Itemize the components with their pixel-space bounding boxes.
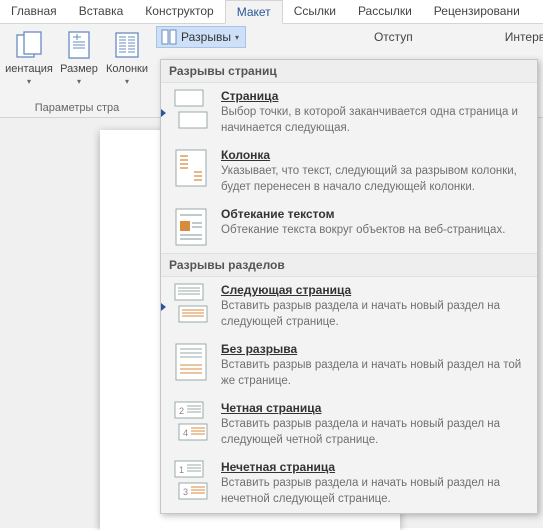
menu-item-column[interactable]: Колонка Указывает, что текст, следующий … bbox=[161, 142, 537, 201]
size-icon bbox=[63, 29, 95, 61]
breaks-icon bbox=[161, 29, 177, 45]
tab-home[interactable]: Главная bbox=[0, 0, 68, 23]
orientation-icon bbox=[13, 29, 45, 61]
current-marker-icon bbox=[161, 109, 166, 117]
breaks-dropdown: Разрывы страниц Страница Выбор точки, в … bbox=[160, 59, 538, 514]
current-marker-icon bbox=[161, 303, 166, 311]
menu-item-page[interactable]: Страница Выбор точки, в которой заканчив… bbox=[161, 83, 537, 142]
menu-item-title: Обтекание текстом bbox=[221, 207, 527, 221]
menu-item-continuous[interactable]: Без разрыва Вставить разрыв раздела и на… bbox=[161, 336, 537, 395]
dropdown-section-header: Разрывы разделов bbox=[161, 253, 537, 277]
menu-item-desc: Вставить разрыв раздела и начать новый р… bbox=[221, 358, 527, 389]
menu-item-textwrap[interactable]: Обтекание текстом Обтекание текста вокру… bbox=[161, 201, 537, 253]
dropdown-arrow-icon: ▾ bbox=[77, 77, 81, 86]
columns-icon bbox=[111, 29, 143, 61]
menu-item-desc: Вставить разрыв раздела и начать новый р… bbox=[221, 476, 527, 507]
dropdown-arrow-icon: ▾ bbox=[235, 33, 239, 42]
continuous-break-icon bbox=[171, 342, 211, 382]
svg-text:2: 2 bbox=[179, 406, 184, 416]
dropdown-section-header: Разрывы страниц bbox=[161, 60, 537, 83]
menu-item-desc: Вставить разрыв раздела и начать новый р… bbox=[221, 417, 527, 448]
menu-item-desc: Вставить разрыв раздела и начать новый р… bbox=[221, 299, 527, 330]
ribbon-group-pagesetup: иентация ▾ Размер ▾ Колонки ▾ Параметры … bbox=[0, 24, 154, 117]
tab-mailings[interactable]: Рассылки bbox=[347, 0, 423, 23]
tab-design[interactable]: Конструктор bbox=[134, 0, 224, 23]
menu-item-nextpage[interactable]: Следующая страница Вставить разрыв разде… bbox=[161, 277, 537, 336]
ribbon-group-label: Параметры стра bbox=[3, 100, 151, 117]
menu-item-title: Без разрыва bbox=[221, 342, 527, 356]
textwrap-break-icon bbox=[171, 207, 211, 247]
breaks-button[interactable]: Разрывы ▾ bbox=[156, 26, 246, 48]
menu-item-title: Четная страница bbox=[221, 401, 527, 415]
breaks-label: Разрывы bbox=[181, 30, 231, 44]
menu-item-evenpage[interactable]: 2 4 Четная страница Вставить разрыв разд… bbox=[161, 395, 537, 454]
dropdown-arrow-icon: ▾ bbox=[125, 77, 129, 86]
evenpage-break-icon: 2 4 bbox=[171, 401, 211, 441]
nextpage-break-icon bbox=[171, 283, 211, 323]
svg-text:1: 1 bbox=[179, 465, 184, 475]
menu-item-title: Страница bbox=[221, 89, 527, 103]
page-break-icon bbox=[171, 89, 211, 129]
column-break-icon bbox=[171, 148, 211, 188]
size-label: Размер bbox=[60, 63, 98, 75]
tab-review[interactable]: Рецензировани bbox=[423, 0, 531, 23]
menu-item-title: Следующая страница bbox=[221, 283, 527, 297]
size-button[interactable]: Размер ▾ bbox=[57, 26, 101, 86]
dropdown-arrow-icon: ▾ bbox=[27, 77, 31, 86]
orientation-label: иентация bbox=[5, 63, 53, 75]
menu-item-title: Колонка bbox=[221, 148, 527, 162]
menu-item-oddpage[interactable]: 1 3 Нечетная страница Вставить разрыв ра… bbox=[161, 454, 537, 513]
ribbon-tabs: Главная Вставка Конструктор Макет Ссылки… bbox=[0, 0, 543, 24]
indent-label: Отступ bbox=[374, 30, 413, 44]
tab-insert[interactable]: Вставка bbox=[68, 0, 135, 23]
columns-button[interactable]: Колонки ▾ bbox=[103, 26, 151, 86]
svg-text:4: 4 bbox=[183, 428, 188, 438]
menu-item-desc: Обтекание текста вокруг объектов на веб-… bbox=[221, 223, 527, 239]
orientation-button[interactable]: иентация ▾ bbox=[3, 26, 55, 86]
tab-references[interactable]: Ссылки bbox=[283, 0, 347, 23]
menu-item-title: Нечетная страница bbox=[221, 460, 527, 474]
columns-label: Колонки bbox=[106, 63, 148, 75]
menu-item-desc: Выбор точки, в которой заканчивается одн… bbox=[221, 105, 527, 136]
spacing-label: Интервал bbox=[505, 30, 543, 44]
menu-item-desc: Указывает, что текст, следующий за разры… bbox=[221, 164, 527, 195]
svg-text:3: 3 bbox=[183, 487, 188, 497]
oddpage-break-icon: 1 3 bbox=[171, 460, 211, 500]
tab-layout[interactable]: Макет bbox=[225, 0, 283, 24]
